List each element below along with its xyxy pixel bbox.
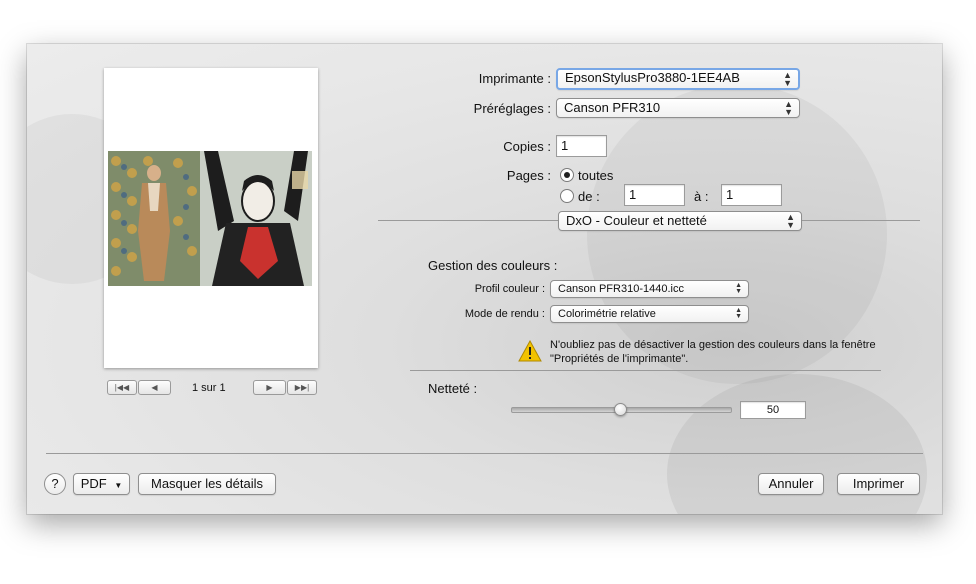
color-profile-label: Profil couleur : [474,283,545,295]
pages-all-label: toutes [578,168,614,183]
pages-range-radio[interactable] [560,189,574,203]
first-page-button[interactable]: |◀◀ [107,380,137,395]
render-mode-select[interactable]: Colorimétrie relative ▲ ▼ [550,305,749,323]
pages-to-field[interactable]: 1 [721,184,782,206]
separator [410,370,881,371]
chevron-updown-icon: ▲ ▼ [784,99,793,117]
warning-icon [518,339,542,362]
color-profile-select[interactable]: Canson PFR310-1440.icc ▲ ▼ [550,280,749,298]
pages-from-field[interactable]: 1 [624,184,685,206]
color-warning-text: N'oubliez pas de désactiver la gestion d… [550,339,876,365]
presets-value: Canson PFR310 [564,100,661,115]
printer-value: EpsonStylusPro3880-1EE4AB [565,70,740,85]
first-page-icon: |◀◀ [114,383,130,392]
pages-from-label: de : [578,189,600,204]
chevron-updown-icon: ▲ ▼ [783,70,792,88]
last-page-icon: ▶▶| [294,383,310,392]
help-button[interactable]: ? [44,473,66,495]
preview-photo-art [108,151,312,286]
triangle-down-icon: ▼ [114,481,123,490]
color-profile-value: Canson PFR310-1440.icc [558,283,684,295]
copies-label: Copies : [503,139,551,154]
render-mode-label: Mode de rendu : [464,308,545,320]
printer-select[interactable]: EpsonStylusPro3880-1EE4AB ▲ ▼ [556,68,800,90]
separator [378,220,558,221]
help-icon: ? [51,476,59,491]
pdf-button[interactable]: PDF ▼ [73,473,130,495]
preview-photo [108,151,312,286]
presets-select[interactable]: Canson PFR310 ▲ ▼ [556,98,800,118]
printer-label: Imprimante : [478,71,551,86]
presets-label: Préréglages : [473,101,551,116]
prev-page-button[interactable]: ◀ [138,380,171,395]
chevron-updown-icon: ▲ ▼ [735,282,742,295]
chevron-updown-icon: ▲ ▼ [735,307,742,320]
page-indicator: 1 sur 1 [192,382,226,394]
prev-page-icon: ◀ [151,383,158,392]
print-dialog: |◀◀ ◀ 1 sur 1 ▶ ▶▶| Imprimante : EpsonSt… [27,44,942,514]
chevron-updown-icon: ▲ ▼ [786,212,795,230]
hide-details-button[interactable]: Masquer les détails [138,473,276,495]
footer-separator [46,453,923,454]
next-page-icon: ▶ [266,383,273,392]
pages-to-label: à : [694,189,709,204]
color-management-title: Gestion des couleurs : [428,258,558,273]
last-page-button[interactable]: ▶▶| [287,380,317,395]
sharpness-slider-knob[interactable] [614,403,627,416]
sharpness-label: Netteté : [428,381,478,396]
page-preview [104,68,318,368]
next-page-button[interactable]: ▶ [253,380,286,395]
pdf-button-label: PDF [80,476,107,491]
panel-select[interactable]: DxO - Couleur et netteté ▲ ▼ [558,211,802,231]
copies-field[interactable]: 1 [556,135,607,157]
sharpness-value-field[interactable]: 50 [740,401,806,419]
cancel-button[interactable]: Annuler [758,473,824,495]
separator [802,220,920,221]
panel-select-value: DxO - Couleur et netteté [566,213,707,228]
pages-label: Pages : [506,168,551,183]
print-button[interactable]: Imprimer [837,473,920,495]
render-mode-value: Colorimétrie relative [558,308,656,320]
pages-all-radio[interactable] [560,168,574,182]
